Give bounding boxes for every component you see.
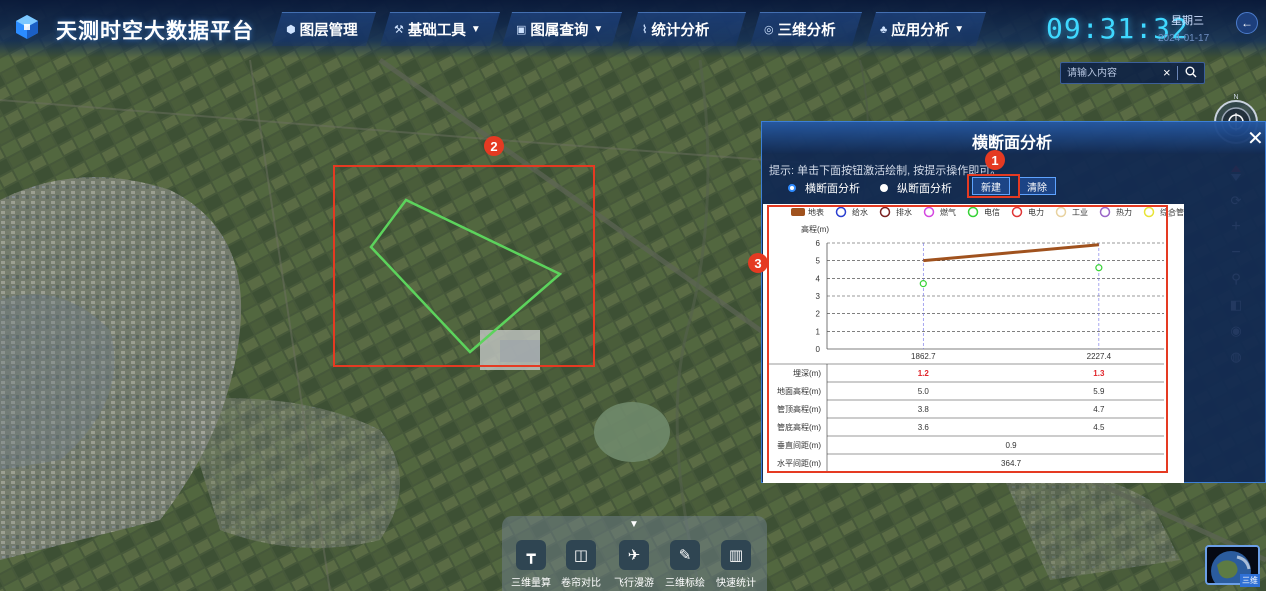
clear-button[interactable]: 清除 xyxy=(1018,177,1056,195)
radio-label: 纵断面分析 xyxy=(897,183,952,195)
tool-3d-measure[interactable]: ┳ 三维量算 xyxy=(506,540,556,589)
nav-label: 三维分析 xyxy=(777,23,836,39)
clock-date: 2024-01-17 xyxy=(1158,33,1210,44)
tool-quick-stats[interactable]: ▥ 快速统计 xyxy=(711,540,761,589)
nav-application-analysis[interactable]: ♣ 应用分析 ▼ xyxy=(866,12,986,46)
close-icon[interactable]: ✕ xyxy=(1247,126,1264,151)
tool-label: 三维标绘 xyxy=(665,578,705,589)
chevron-down-icon: ▼ xyxy=(470,24,481,35)
query-icon: ▣ xyxy=(516,24,527,36)
tools-icon: ⚒ xyxy=(394,24,404,36)
tool-3d-plot[interactable]: ✎ 三维标绘 xyxy=(660,540,710,589)
nav-label: 应用分析 xyxy=(891,23,950,39)
nav-label: 统计分析 xyxy=(651,23,710,39)
annotation-box-draw-area xyxy=(333,165,595,367)
nav-3d-analysis[interactable]: ◎ 三维分析 xyxy=(750,12,862,46)
app-title: 天测时空大数据平台 xyxy=(56,20,254,43)
nav-label: 基础工具 xyxy=(407,23,466,39)
stats-icon: ⌇ xyxy=(642,24,648,36)
app-icon: ♣ xyxy=(880,23,888,36)
tool-swipe-compare[interactable]: ◫ 卷帘对比 xyxy=(556,540,606,589)
annotation-badge-1: 1 xyxy=(985,150,1005,170)
radio-longitudinal[interactable]: 纵断面分析 xyxy=(880,180,952,196)
annotation-badge-2: 2 xyxy=(484,136,504,156)
radio-label: 横断面分析 xyxy=(805,183,860,195)
nav-label: 图层管理 xyxy=(299,23,358,39)
svg-text:N: N xyxy=(1233,94,1238,101)
back-button[interactable]: ← xyxy=(1236,12,1258,34)
tool-label: 三维量算 xyxy=(511,578,551,589)
tool-label: 卷帘对比 xyxy=(561,578,601,589)
swipe-icon: ◫ xyxy=(566,540,596,570)
nav-attribute-query[interactable]: ▣ 图属查询 ▼ xyxy=(502,12,622,46)
nav-basic-tools[interactable]: ⚒ 基础工具 ▼ xyxy=(380,12,500,46)
plot-icon: ✎ xyxy=(670,540,700,570)
clock-weekday: 星期三 xyxy=(1171,15,1204,27)
annotation-badge-3: 3 xyxy=(748,253,768,273)
nav-label: 图属查询 xyxy=(530,23,589,39)
statistics-icon: ▥ xyxy=(721,540,751,570)
search-button[interactable] xyxy=(1183,63,1199,81)
panel-title: 横断面分析 xyxy=(972,135,1053,152)
tool-label: 快速统计 xyxy=(716,578,756,589)
minimap-label: 三维 xyxy=(1240,574,1260,587)
annotation-box-new xyxy=(967,174,1020,198)
search-input[interactable] xyxy=(1067,66,1157,81)
arrow-left-icon: ← xyxy=(1241,16,1253,30)
nav-layer-management[interactable]: ⬢ 图层管理 xyxy=(272,12,376,46)
chevron-down-icon: ▼ xyxy=(954,24,965,35)
measure-icon: ┳ xyxy=(516,540,546,570)
clear-icon[interactable]: × xyxy=(1163,63,1175,81)
download-icon: ⤓ xyxy=(1168,208,1173,219)
collapse-arrow-icon[interactable]: ▼ xyxy=(629,519,639,530)
chevron-down-icon: ▼ xyxy=(593,24,604,35)
nav-statistics[interactable]: ⌇ 统计分析 xyxy=(628,12,746,46)
search-icon xyxy=(1185,66,1197,78)
annotation-box-chart xyxy=(767,205,1168,473)
search-divider xyxy=(1177,66,1178,80)
header-bar: 天测时空大数据平台 ⬢ 图层管理 ⚒ 基础工具 ▼ ▣ 图属查询 ▼ ⌇ 统计分… xyxy=(0,0,1266,58)
layers-icon: ⬢ xyxy=(286,24,296,36)
radio-selected-icon xyxy=(788,184,796,192)
flight-icon: ✈ xyxy=(619,540,649,570)
tool-label: 飞行漫游 xyxy=(614,578,654,589)
radio-cross-section[interactable]: 横断面分析 xyxy=(788,180,860,196)
app-logo-icon xyxy=(16,15,38,39)
3d-icon: ◎ xyxy=(764,24,774,36)
tool-flight-roam[interactable]: ✈ 飞行漫游 xyxy=(609,540,659,589)
radio-unselected-icon xyxy=(880,184,888,192)
